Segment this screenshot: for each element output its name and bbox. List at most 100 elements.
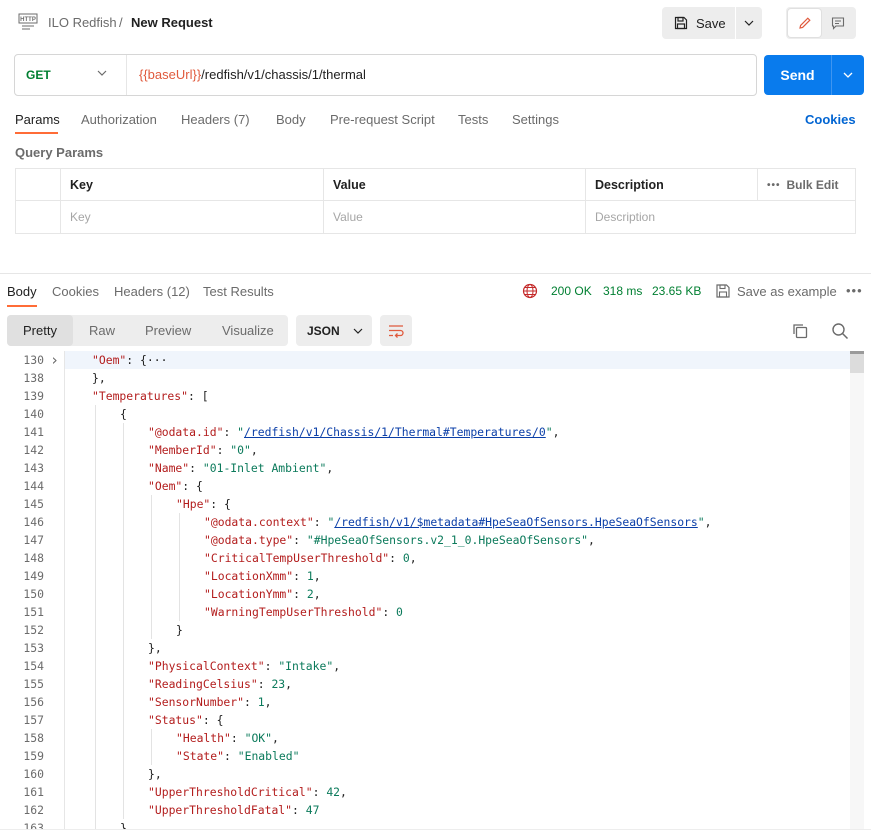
tab-headers[interactable]: Headers (7) [181,112,250,127]
code-line: 138}, [0,369,871,387]
request-title[interactable]: New Request [131,15,213,30]
indent-guide [95,783,96,801]
json-token: "#HpeSeaOfSensors.v2_1_0.HpeSeaOfSensors… [306,533,589,547]
json-link[interactable]: /redfish/v1/Chassis/1/Thermal#Temperatur… [244,425,546,439]
view-preview[interactable]: Preview [145,315,191,346]
indent-guide [179,603,180,621]
code-text: "WarningTempUserThreshold": 0 [204,603,403,621]
code-text: "Health": "OK", [176,729,279,747]
json-link[interactable]: /redfish/v1/$metadata#HpeSeaOfSensors.Hp… [334,515,697,529]
query-params-table: Key Value Description ••• Bulk Edit Key … [15,168,856,234]
json-token: 0 [396,605,403,619]
method-select[interactable]: GET [15,55,127,95]
indent-guide [95,603,96,621]
indent-guide [123,747,124,765]
globe-icon[interactable] [522,283,538,299]
indent-guide [179,549,180,567]
save-options-button[interactable] [736,7,762,39]
code-text: "State": "Enabled" [176,747,299,765]
line-number: 141 [23,425,44,439]
indent-guide [95,441,96,459]
code-line: 163}, [0,819,871,829]
response-time[interactable]: 318 ms [603,284,642,298]
key-input[interactable]: Key [60,201,323,233]
breadcrumb-separator: / [119,15,123,30]
json-token: : [ [188,389,209,403]
json-token: }, [148,641,162,655]
row-checkbox-cell [16,201,60,233]
tab-response-cookies[interactable]: Cookies [52,284,99,299]
indent-guide [123,495,124,513]
indent-guide [95,477,96,495]
view-pretty[interactable]: Pretty [7,315,73,346]
code-line: 142 "MemberId": "0", [0,441,871,459]
chevron-right-icon[interactable]: › [50,351,59,369]
vertical-scrollbar[interactable] [850,351,864,829]
edit-mode-button[interactable] [788,9,821,37]
json-key: "Oem" [148,479,183,493]
json-token: 2 [306,587,314,601]
line-number: 158 [23,731,44,745]
send-button[interactable]: Send [764,55,832,95]
json-key: "MemberId" [148,443,217,457]
scrollbar-thumb[interactable] [850,351,864,373]
copy-icon[interactable] [791,322,809,340]
json-token: { [120,407,127,421]
code-text: "Hpe": { [176,495,231,513]
breadcrumb-collection[interactable]: ILO Redfish [48,15,117,30]
bulk-edit-button[interactable]: ••• Bulk Edit [767,169,839,201]
view-visualize[interactable]: Visualize [222,315,274,346]
indent-guide [95,405,96,423]
json-key: "SensorNumber" [148,695,245,709]
code-text: "Oem": {··· [92,351,167,369]
tab-test-results[interactable]: Test Results [203,284,274,299]
search-icon[interactable] [831,322,849,340]
chevron-down-icon [97,70,107,76]
indent-guide [123,711,124,729]
indent-guide [95,621,96,639]
code-line: 159 "State": "Enabled" [0,747,871,765]
code-text: } [176,621,183,639]
tab-settings[interactable]: Settings [512,112,559,127]
tab-tests[interactable]: Tests [458,112,488,127]
json-token: , [285,677,293,691]
description-input[interactable]: Description [585,201,855,233]
indent-guide [95,819,96,829]
tab-authorization[interactable]: Authorization [81,112,157,127]
view-raw[interactable]: Raw [89,315,115,346]
indent-guide [95,513,96,531]
tab-response-headers[interactable]: Headers (12) [114,284,190,299]
indent-guide [123,693,124,711]
json-token: : [244,695,258,709]
tab-body[interactable]: Body [276,112,306,127]
column-header-description: Description [585,169,757,201]
json-key: "@odata.context" [204,515,314,529]
url-input[interactable]: {{baseUrl}}/redfish/v1/chassis/1/thermal [139,67,366,82]
save-icon [716,284,730,298]
code-line: 145 "Hpe": { [0,495,871,513]
save-as-example-button[interactable]: Save as example [737,284,837,299]
value-input[interactable]: Value [323,201,585,233]
code-text: "@odata.type": "#HpeSeaOfSensors.v2_1_0.… [204,531,595,549]
response-size[interactable]: 23.65 KB [652,284,701,298]
more-icon: ••• [767,179,781,191]
cookies-link[interactable]: Cookies [805,112,856,127]
line-number: 160 [23,767,44,781]
indent-guide [151,567,152,585]
response-status[interactable]: 200 OK [551,284,592,298]
tab-params[interactable]: Params [15,112,60,127]
format-select[interactable]: JSON [296,315,372,346]
comments-mode-button[interactable] [821,9,854,37]
save-button[interactable]: Save [662,7,736,39]
code-text: "Name": "01-Inlet Ambient", [148,459,333,477]
json-token: : [382,605,397,619]
response-more-options[interactable]: ••• [846,283,863,298]
response-body-viewer[interactable]: 130 › "Oem": {··· 138}, 139 "Temperatures": [… [0,351,871,829]
tab-pre-request-script[interactable]: Pre-request Script [330,112,435,127]
tab-response-body[interactable]: Body [7,284,37,299]
code-text: "UpperThresholdFatal": 47 [148,801,319,819]
json-token: : [313,515,328,529]
wrap-lines-button[interactable] [380,315,412,346]
send-options-button[interactable] [832,55,864,95]
code-text: "MemberId": "0", [148,441,258,459]
